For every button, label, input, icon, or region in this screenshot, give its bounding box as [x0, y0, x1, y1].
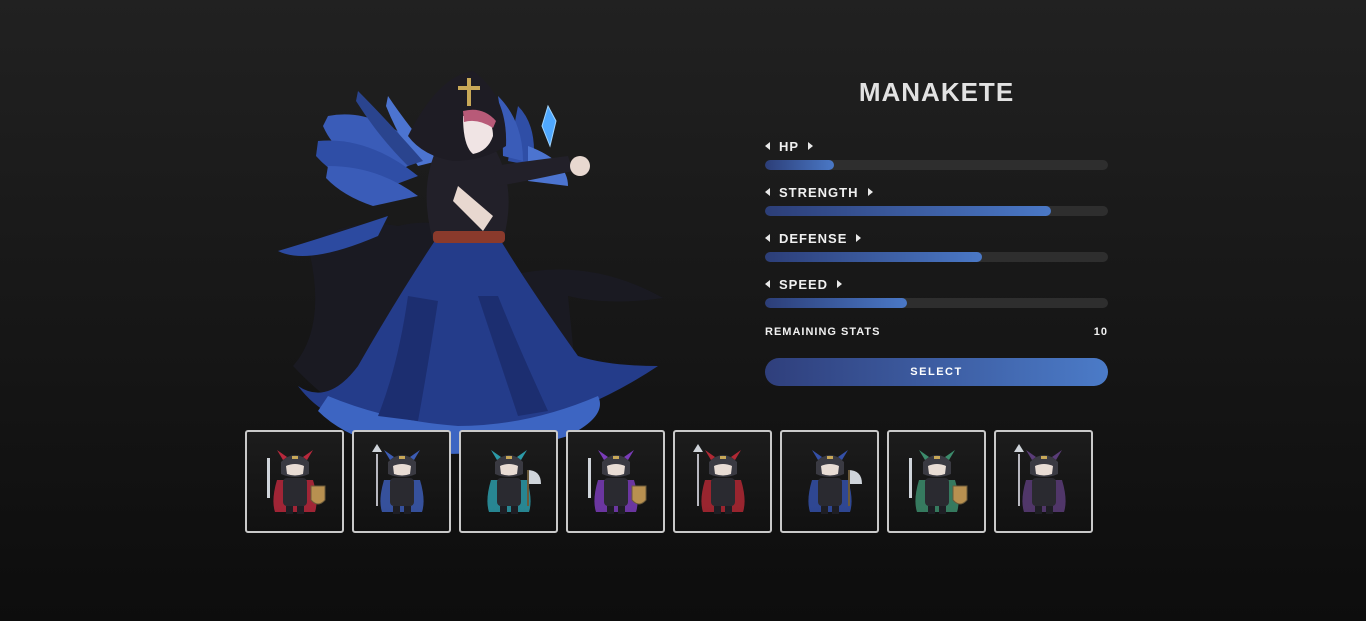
- roster-slot-8[interactable]: [994, 430, 1093, 533]
- speed-bar-fill: [765, 298, 908, 308]
- character-select-screen: MANAKETE HP STRENGTH DEFENSE SPEED REMAI…: [0, 0, 1366, 621]
- character-name: MANAKETE: [858, 77, 1015, 107]
- roster-slot-1[interactable]: [245, 430, 344, 533]
- hp-bar-fill: [765, 160, 834, 170]
- speed-bar: [765, 298, 1108, 308]
- increase-speed-arrow-icon[interactable]: [837, 280, 843, 288]
- increase-hp-arrow-icon[interactable]: [808, 142, 814, 150]
- stat-strength: STRENGTH: [765, 184, 1108, 230]
- strength-bar-fill: [765, 206, 1052, 216]
- red-sword-knight-sprite-icon: [266, 449, 325, 514]
- red-tome-mage-sprite-icon: [692, 443, 745, 514]
- roster-slot-4[interactable]: [566, 430, 665, 533]
- strength-bar: [765, 206, 1108, 216]
- character-roster: [245, 430, 1093, 533]
- stat-speed: SPEED: [765, 276, 1108, 322]
- decrease-defense-arrow-icon[interactable]: [765, 234, 770, 242]
- stat-hp: HP: [765, 138, 1108, 184]
- stat-label: SPEED: [779, 276, 829, 292]
- increase-strength-arrow-icon[interactable]: [867, 188, 873, 196]
- remaining-stats-value: 10: [1093, 326, 1108, 338]
- stat-label: HP: [779, 138, 800, 154]
- decrease-speed-arrow-icon[interactable]: [765, 280, 770, 288]
- roster-slot-2[interactable]: [352, 430, 451, 533]
- select-button[interactable]: SELECT: [765, 358, 1108, 386]
- stat-defense: DEFENSE: [765, 230, 1108, 276]
- roster-slot-5[interactable]: [673, 430, 772, 533]
- green-axe-warrior-sprite-icon: [908, 449, 967, 514]
- defense-bar-fill: [765, 252, 983, 262]
- blue-spear-knight-sprite-icon: [371, 443, 424, 514]
- decrease-strength-arrow-icon[interactable]: [765, 188, 770, 196]
- character-portrait: [268, 66, 668, 466]
- teal-axe-knight-sprite-icon: [486, 449, 541, 514]
- roster-slot-7[interactable]: [887, 430, 986, 533]
- stats-panel: MANAKETE HP STRENGTH DEFENSE SPEED REMAI…: [765, 76, 1108, 386]
- purple-archer-sprite-icon: [587, 449, 646, 514]
- remaining-stats-label: REMAINING STATS: [765, 326, 881, 338]
- defense-bar: [765, 252, 1108, 262]
- increase-defense-arrow-icon[interactable]: [856, 234, 862, 242]
- roster-slot-3[interactable]: [459, 430, 558, 533]
- roster-slot-6[interactable]: [780, 430, 879, 533]
- purple-rogue-sprite-icon: [1013, 443, 1066, 514]
- remaining-stats: REMAINING STATS 10: [765, 324, 1108, 340]
- hp-bar: [765, 160, 1108, 170]
- stat-label: STRENGTH: [779, 184, 859, 200]
- blue-hooded-mage-sprite-icon: [807, 449, 862, 514]
- decrease-hp-arrow-icon[interactable]: [765, 142, 770, 150]
- stat-label: DEFENSE: [779, 230, 848, 246]
- hooded-raven-mage-portrait-icon: [278, 71, 663, 454]
